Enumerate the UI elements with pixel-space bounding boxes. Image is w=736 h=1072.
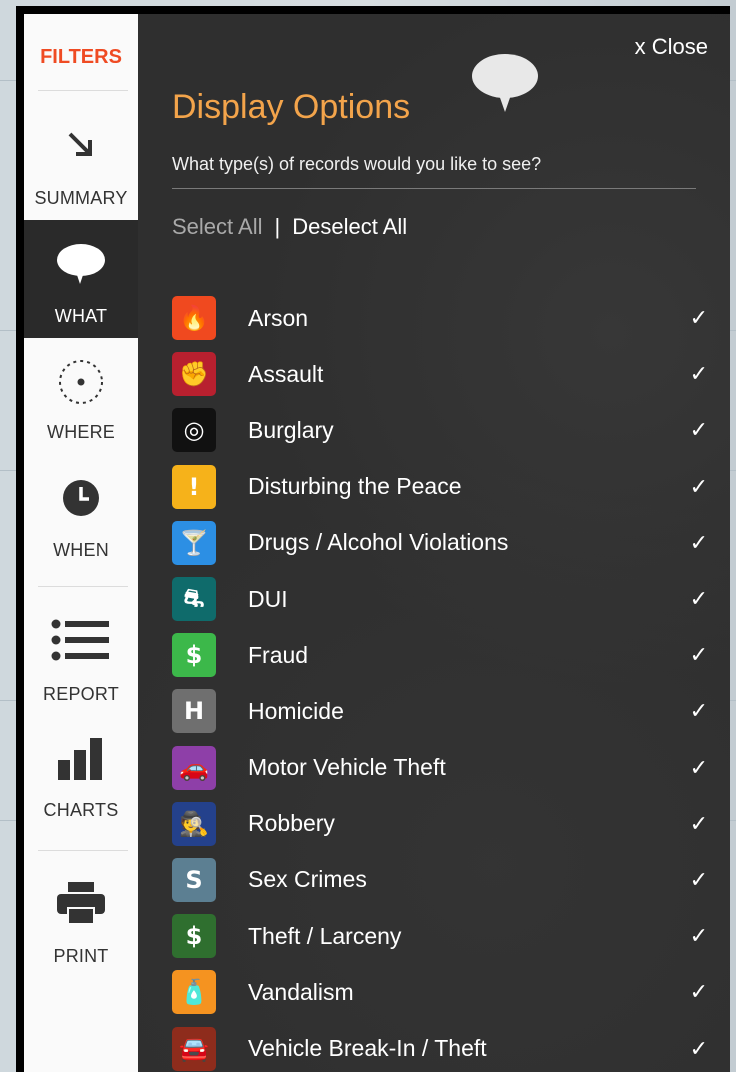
cocktail-icon: 🍸	[172, 520, 216, 565]
record-type-label: Burglary	[248, 416, 334, 443]
speech-bubble-icon	[24, 242, 138, 286]
divider	[38, 850, 128, 851]
select-all-link[interactable]: Select All	[172, 214, 263, 239]
display-options-panel: x Close Display Options What type(s) of …	[138, 14, 730, 1072]
arrow-down-right-icon	[24, 128, 138, 162]
checkmark-icon[interactable]: ✓	[690, 979, 708, 1005]
record-type-label: Vehicle Break-In / Theft	[248, 1035, 487, 1062]
printer-icon	[24, 882, 138, 924]
record-type-label: Arson	[248, 304, 309, 331]
nav-charts[interactable]: CHARTS	[24, 710, 138, 848]
record-type-label: Disturbing the Peace	[248, 473, 462, 500]
car-swerve-icon: ⛐	[172, 577, 216, 622]
checkmark-icon[interactable]: ✓	[690, 867, 708, 893]
separator: |	[274, 214, 281, 239]
nav-print-label: PRINT	[53, 946, 109, 966]
divider	[172, 188, 696, 189]
record-type-label: Theft / Larceny	[248, 922, 402, 949]
checkmark-icon[interactable]: ✓	[690, 755, 708, 781]
record-type-row[interactable]: S Sex Crimes ✓	[172, 852, 712, 908]
list-icon	[24, 618, 138, 662]
record-type-label: Assault	[248, 360, 324, 387]
record-type-label: Vandalism	[248, 978, 354, 1005]
record-type-label: Robbery	[248, 810, 335, 837]
record-type-row[interactable]: ◎ Burglary ✓	[172, 402, 712, 458]
record-type-row[interactable]: 🕵 Robbery ✓	[172, 796, 712, 852]
nav-when[interactable]: WHEN	[24, 460, 138, 584]
nav-what-label: WHAT	[54, 306, 108, 326]
record-type-row[interactable]: ✊ Assault ✓	[172, 346, 712, 402]
filter-sidebar: FILTERS SUMMARY WHAT WHERE WHEN REPORT C…	[24, 14, 138, 1072]
fist-icon: ✊	[172, 352, 216, 397]
panel-title: Display Options	[172, 88, 411, 126]
mask-icon: ◎	[172, 408, 216, 453]
checkmark-icon[interactable]: ✓	[690, 530, 708, 556]
car-break-in-icon: 🚘	[172, 1026, 216, 1071]
record-type-label: Sex Crimes	[248, 866, 367, 893]
dollar-icon: $	[172, 914, 216, 959]
filter-window: FILTERS SUMMARY WHAT WHERE WHEN REPORT C…	[16, 6, 730, 1072]
filters-heading: FILTERS	[40, 46, 122, 68]
record-type-label: DUI	[248, 585, 288, 612]
nav-print[interactable]: PRINT	[24, 852, 138, 992]
speech-bubble-icon	[470, 52, 540, 119]
exclamation-icon: !	[172, 464, 216, 509]
flame-icon: 🔥	[172, 296, 216, 341]
homicide-icon: H	[172, 689, 216, 734]
nav-where[interactable]: WHERE	[24, 340, 138, 458]
credit-card-icon: $	[172, 633, 216, 678]
dotted-circle-icon	[24, 358, 138, 406]
record-type-label: Homicide	[248, 697, 344, 724]
record-type-row[interactable]: 🔥 Arson ✓	[172, 290, 712, 346]
divider	[38, 90, 128, 91]
record-type-label: Motor Vehicle Theft	[248, 754, 446, 781]
checkmark-icon[interactable]: ✓	[690, 305, 708, 331]
letter-s-icon: S	[172, 857, 216, 902]
nav-summary-label: SUMMARY	[34, 188, 128, 208]
checkmark-icon[interactable]: ✓	[690, 642, 708, 668]
record-type-label: Fraud	[248, 641, 309, 668]
checkmark-icon[interactable]: ✓	[690, 361, 708, 387]
checkmark-icon[interactable]: ✓	[690, 1036, 708, 1062]
checkmark-icon[interactable]: ✓	[690, 417, 708, 443]
nav-report-label: REPORT	[43, 684, 119, 704]
deselect-all-link[interactable]: Deselect All	[292, 214, 407, 239]
record-type-row[interactable]: ⛐ DUI ✓	[172, 571, 712, 627]
record-type-row[interactable]: $ Theft / Larceny ✓	[172, 908, 712, 964]
nav-what[interactable]: WHAT	[24, 220, 138, 338]
record-type-row[interactable]: 🚘 Vehicle Break-In / Theft ✓	[172, 1020, 712, 1072]
nav-when-label: WHEN	[53, 540, 109, 560]
record-type-row[interactable]: ! Disturbing the Peace ✓	[172, 459, 712, 515]
checkmark-icon[interactable]: ✓	[690, 474, 708, 500]
bar-chart-icon	[24, 736, 138, 780]
selection-controls: Select All | Deselect All	[172, 214, 407, 240]
record-type-list: 🔥 Arson ✓ ✊ Assault ✓ ◎ Burglary ✓! Disturbing th…	[172, 290, 712, 1072]
spray-can-icon: 🧴	[172, 970, 216, 1015]
checkmark-icon[interactable]: ✓	[690, 698, 708, 724]
masked-robber-icon: 🕵	[172, 801, 216, 846]
divider	[38, 586, 128, 587]
nav-charts-label: CHARTS	[43, 800, 119, 820]
record-type-row[interactable]: $ Fraud ✓	[172, 627, 712, 683]
nav-report[interactable]: REPORT	[24, 588, 138, 708]
record-type-row[interactable]: 🍸 Drugs / Alcohol Violations ✓	[172, 515, 712, 571]
checkmark-icon[interactable]: ✓	[690, 586, 708, 612]
checkmark-icon[interactable]: ✓	[690, 923, 708, 949]
checkmark-icon[interactable]: ✓	[690, 811, 708, 837]
close-button[interactable]: x Close	[635, 34, 708, 60]
clock-icon	[24, 478, 138, 518]
nav-where-label: WHERE	[47, 422, 115, 442]
record-type-row[interactable]: 🚗 Motor Vehicle Theft ✓	[172, 740, 712, 796]
panel-question: What type(s) of records would you like t…	[172, 154, 542, 174]
record-type-row[interactable]: 🧴 Vandalism ✓	[172, 964, 712, 1020]
car-icon: 🚗	[172, 745, 216, 790]
record-type-label: Drugs / Alcohol Violations	[248, 529, 509, 556]
nav-summary[interactable]: SUMMARY	[24, 100, 138, 218]
record-type-row[interactable]: H Homicide ✓	[172, 683, 712, 739]
